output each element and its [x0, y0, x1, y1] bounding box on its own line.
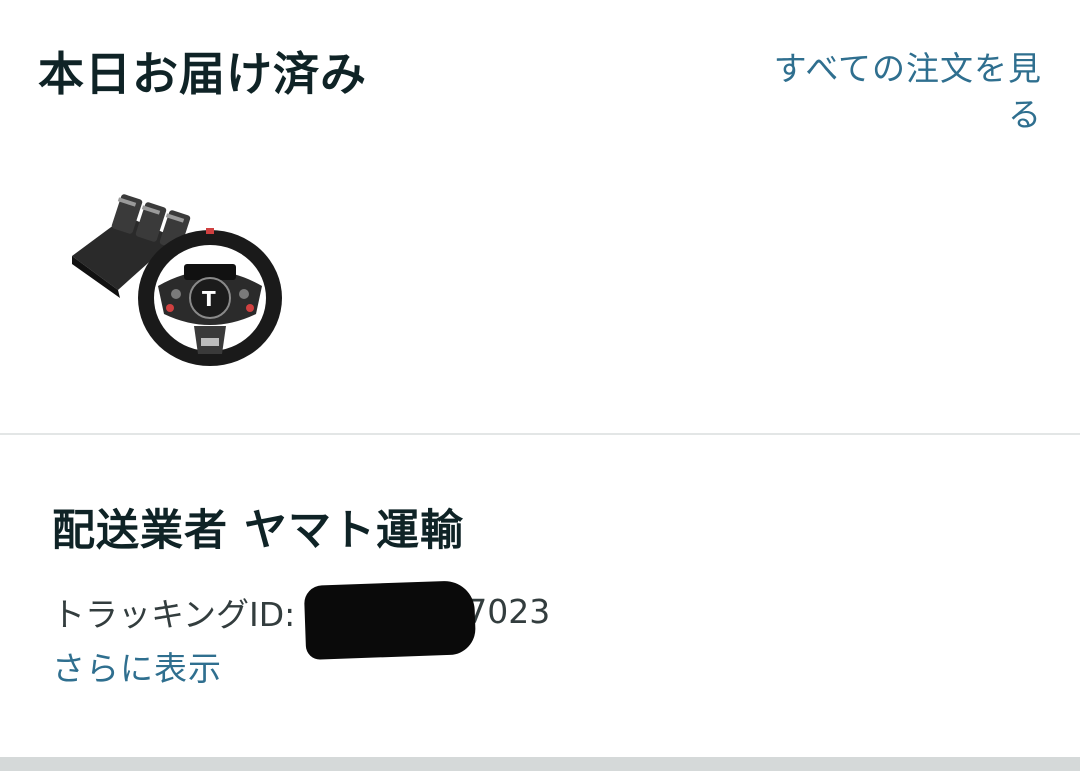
racing-wheel-icon: T [72, 194, 282, 366]
redaction-mark [304, 580, 477, 660]
bottom-separator [0, 757, 1080, 771]
svg-text:T: T [202, 287, 216, 311]
show-more-link[interactable]: さらに表示 [52, 642, 222, 690]
carrier-name: 配送業者 ヤマト運輸 [52, 506, 464, 556]
view-all-orders-link[interactable]: すべての注文を見る [752, 46, 1042, 138]
product-image[interactable]: T [66, 186, 286, 372]
tracking-label: トラッキングID: [52, 595, 296, 634]
tracking-row: トラッキングID: 37023 [52, 580, 555, 660]
delivery-header: 本日お届け済み すべての注文を見る [0, 0, 1080, 140]
section-divider [0, 433, 1080, 435]
tracking-id: 37023 [295, 580, 555, 660]
page-title: 本日お届け済み [38, 47, 367, 101]
